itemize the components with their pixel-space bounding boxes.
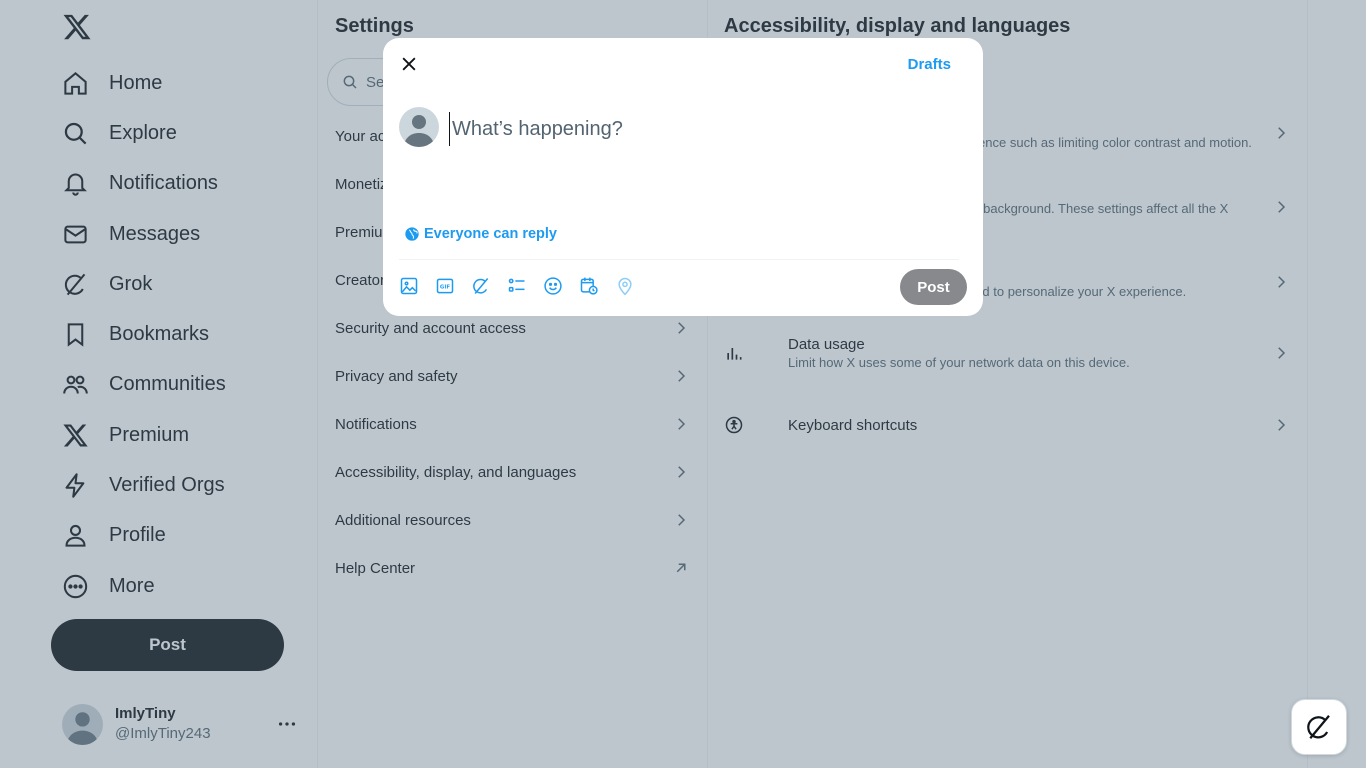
svg-text:GIF: GIF <box>440 285 450 291</box>
compose-toolbar: GIF <box>399 276 651 296</box>
poll-icon[interactable] <box>507 276 527 296</box>
grok-floating-button[interactable] <box>1291 699 1347 755</box>
drafts-button[interactable]: Drafts <box>908 56 951 73</box>
schedule-icon[interactable] <box>579 276 599 296</box>
compose-post-button[interactable]: Post <box>900 269 967 305</box>
location-icon[interactable] <box>615 276 635 296</box>
grok-icon[interactable] <box>471 276 491 296</box>
grok-icon <box>1307 715 1330 739</box>
close-icon[interactable] <box>399 54 419 74</box>
divider <box>399 259 959 260</box>
media-icon[interactable] <box>399 276 419 296</box>
reply-setting-label: Everyone can reply <box>424 226 557 242</box>
globe-icon <box>405 227 419 241</box>
avatar[interactable] <box>399 107 439 147</box>
reply-setting-button[interactable]: Everyone can reply <box>404 226 557 242</box>
emoji-icon[interactable] <box>543 276 563 296</box>
gif-icon[interactable]: GIF <box>435 276 455 296</box>
compose-textarea[interactable] <box>449 112 949 146</box>
compose-modal: Drafts Everyone can reply GIF Post <box>383 38 983 316</box>
